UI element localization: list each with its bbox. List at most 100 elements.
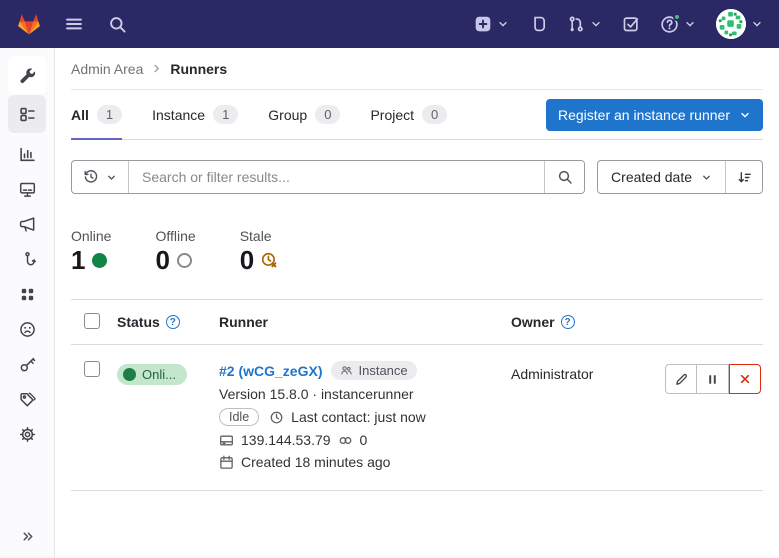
history-icon xyxy=(83,169,99,185)
sidebar-item-admin-area[interactable] xyxy=(8,56,46,94)
stat-offline-label: Offline xyxy=(155,228,195,244)
owner-cell[interactable]: Administrator xyxy=(511,361,659,382)
delete-runner-button[interactable] xyxy=(729,364,761,394)
runner-ip-address: 139.144.53.79 xyxy=(241,432,331,448)
owner-help-icon[interactable] xyxy=(561,315,575,329)
tab-all[interactable]: All 1 xyxy=(71,90,122,139)
runner-version-line: Version 15.8.0 · instancerunner xyxy=(219,386,511,402)
stat-online: Online 1 xyxy=(71,228,111,273)
status-help-icon[interactable] xyxy=(166,315,180,329)
register-instance-runner-button[interactable]: Register an instance runner xyxy=(546,99,763,131)
runner-summary-cell: #2 (wCG_zeGX) Instance Version 15.8.0 · … xyxy=(219,361,511,470)
sidebar-item-monitoring[interactable] xyxy=(8,172,46,206)
sidebar-item-deploy-keys[interactable] xyxy=(8,347,46,381)
stat-stale-label: Stale xyxy=(240,228,278,244)
breadcrumb-admin-area[interactable]: Admin Area xyxy=(71,61,143,77)
chevron-down-icon xyxy=(590,18,602,30)
sidebar-item-applications[interactable] xyxy=(8,277,46,311)
link-icon xyxy=(338,433,353,448)
stat-offline-value: 0 xyxy=(155,247,169,273)
merge-requests-menu[interactable] xyxy=(567,15,602,33)
todos-icon[interactable] xyxy=(622,15,640,33)
stale-clock-icon xyxy=(261,252,278,269)
help-menu[interactable] xyxy=(660,15,696,34)
key-icon xyxy=(19,356,36,373)
sidebar-item-abuse-reports[interactable] xyxy=(8,312,46,346)
sort-by-dropdown[interactable]: Created date xyxy=(598,161,725,193)
top-navbar xyxy=(0,0,779,48)
runner-link[interactable]: #2 (wCG_zeGX) xyxy=(219,363,322,379)
tab-all-count: 1 xyxy=(97,105,122,124)
stat-stale: Stale 0 xyxy=(240,228,278,273)
sort-controls: Created date xyxy=(597,160,763,194)
idle-state-badge: Idle xyxy=(219,408,259,426)
bar-chart-icon xyxy=(19,146,36,163)
clock-icon xyxy=(269,410,284,425)
gitlab-logo-icon[interactable] xyxy=(16,12,42,36)
select-all-checkbox[interactable] xyxy=(84,313,100,329)
users-icon xyxy=(340,364,353,377)
edit-runner-button[interactable] xyxy=(665,364,697,394)
pause-icon xyxy=(706,373,719,386)
issues-icon[interactable] xyxy=(529,15,547,33)
sort-descending-icon xyxy=(737,170,752,185)
sidebar-collapse-toggle[interactable] xyxy=(0,529,54,544)
hamburger-menu-icon[interactable] xyxy=(64,14,84,34)
row-select-checkbox[interactable] xyxy=(84,361,100,377)
tab-instance-label: Instance xyxy=(152,107,205,123)
online-badge-label: Onli... xyxy=(142,367,176,382)
instance-type-badge: Instance xyxy=(331,361,416,380)
online-status-icon xyxy=(92,253,107,268)
tab-instance[interactable]: Instance 1 xyxy=(152,90,238,139)
sidebar-item-settings[interactable] xyxy=(8,417,46,451)
close-x-icon xyxy=(738,372,752,386)
chevron-down-icon xyxy=(739,109,751,121)
runner-tabs: All 1 Instance 1 Group 0 Project 0 Regis… xyxy=(71,90,763,140)
owner-column-header: Owner xyxy=(511,314,555,330)
tab-project[interactable]: Project 0 xyxy=(370,90,447,139)
plus-square-icon xyxy=(474,15,492,33)
chevron-down-icon xyxy=(701,172,712,183)
help-icon xyxy=(660,15,679,34)
gear-icon xyxy=(19,426,36,443)
tab-group-label: Group xyxy=(268,107,307,123)
merge-request-icon xyxy=(567,15,585,33)
search-history-dropdown[interactable] xyxy=(72,161,129,193)
notification-dot xyxy=(673,13,681,21)
sidebar-item-messages[interactable] xyxy=(8,207,46,241)
sidebar-item-system-hooks[interactable] xyxy=(8,242,46,276)
sort-direction-button[interactable] xyxy=(725,161,762,193)
tab-instance-count: 1 xyxy=(213,105,238,124)
stat-offline: Offline 0 xyxy=(155,228,195,273)
stat-online-value: 1 xyxy=(71,247,85,273)
tab-group[interactable]: Group 0 xyxy=(268,90,340,139)
new-item-menu[interactable] xyxy=(474,15,509,33)
tab-all-label: All xyxy=(71,107,89,123)
gitlab-tanuki-icon xyxy=(16,12,42,36)
search-icon xyxy=(557,169,573,185)
hook-icon xyxy=(19,251,36,268)
online-status-badge: Onli... xyxy=(117,364,187,385)
overview-list-icon xyxy=(19,106,36,123)
stat-online-label: Online xyxy=(71,228,111,244)
computer-icon xyxy=(219,433,234,448)
search-input[interactable] xyxy=(129,161,544,193)
runner-column-header: Runner xyxy=(219,314,268,330)
calendar-icon xyxy=(219,455,234,470)
tab-project-count: 0 xyxy=(422,105,447,124)
sidebar-item-labels[interactable] xyxy=(8,382,46,416)
sidebar-item-analytics[interactable] xyxy=(8,137,46,171)
tab-group-count: 0 xyxy=(315,105,340,124)
sidebar-item-overview[interactable] xyxy=(8,95,46,133)
user-menu[interactable] xyxy=(716,9,763,39)
chevron-down-icon xyxy=(106,172,117,183)
chevron-down-icon xyxy=(751,18,763,30)
search-submit-button[interactable] xyxy=(544,161,584,193)
runner-created-text: Created 18 minutes ago xyxy=(241,454,390,470)
filter-bar: Created date xyxy=(71,160,763,194)
avatar-identicon xyxy=(716,9,746,39)
grid-icon xyxy=(19,286,36,303)
chevron-down-icon xyxy=(497,18,509,30)
pause-runner-button[interactable] xyxy=(697,364,729,394)
search-icon[interactable] xyxy=(108,15,127,34)
